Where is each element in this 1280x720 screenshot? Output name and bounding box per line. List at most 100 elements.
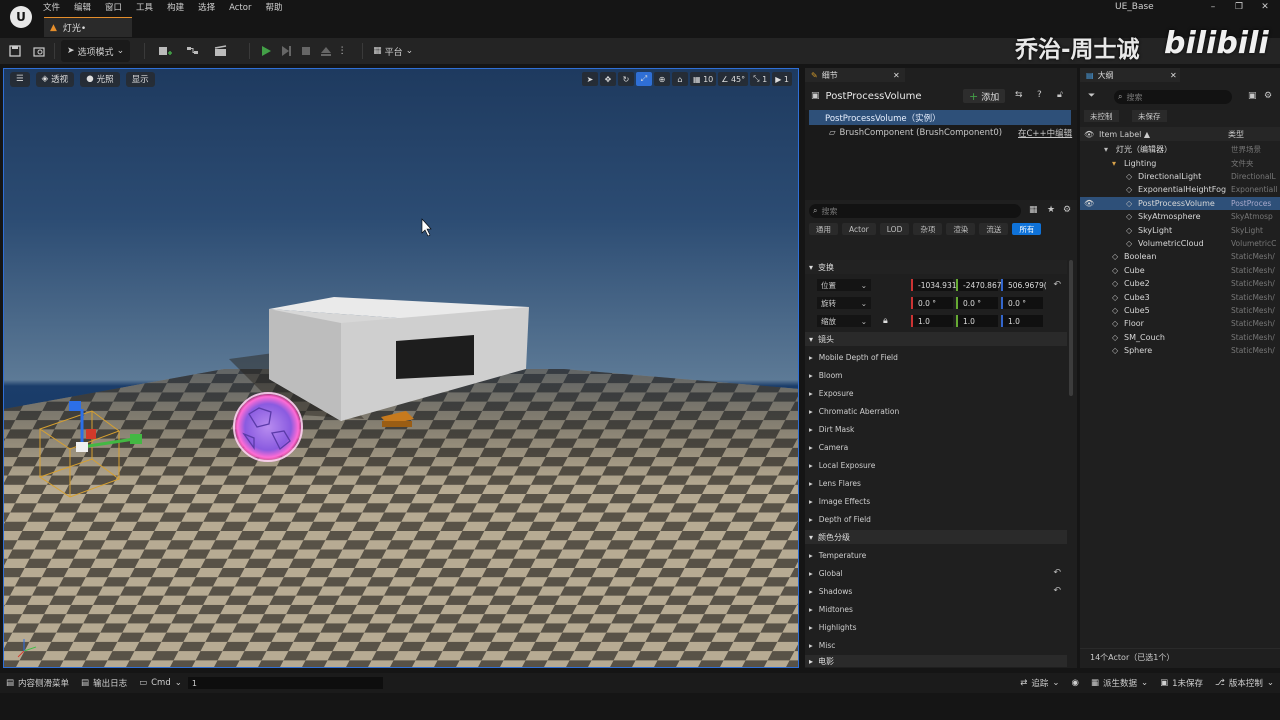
- section-transform[interactable]: ▾ 变换: [805, 260, 1067, 274]
- outliner-row[interactable]: ◇ Cube3 StaticMesh/: [1080, 290, 1280, 303]
- surface-snap-icon[interactable]: ⌂: [671, 72, 688, 86]
- outliner-row[interactable]: ◇ SM_Couch StaticMesh/: [1080, 331, 1280, 344]
- filter-misc[interactable]: 杂项: [913, 223, 943, 235]
- scale-dropdown[interactable]: 缩放 ⌄: [817, 315, 871, 327]
- unsaved-control-filter[interactable]: 未控制: [1084, 110, 1119, 122]
- location-y-field[interactable]: -2470.867: [956, 279, 1002, 291]
- outliner-row[interactable]: ▾ 灯光（编辑器） 世界场景: [1080, 143, 1280, 156]
- blueprint-convert-icon[interactable]: ⇆: [1015, 90, 1023, 100]
- source-control-button[interactable]: ⎇ 版本控制 ⌄: [1209, 673, 1280, 693]
- outliner-row[interactable]: ◇ PostProcessVolume PostProces 👁︎: [1080, 196, 1280, 210]
- lens-item[interactable]: ▸ Chromatic Aberration: [805, 402, 1067, 420]
- scale-z-field[interactable]: 1.0: [1001, 315, 1043, 327]
- rotation-z-field[interactable]: 0.0 °: [1001, 297, 1043, 309]
- viewport-menu-button[interactable]: ☰: [10, 71, 30, 87]
- color-grading-item[interactable]: ▸ Midtones: [805, 600, 1067, 618]
- lock-icon[interactable]: 🔓︎: [1057, 90, 1063, 100]
- filter-streaming[interactable]: 流送: [979, 223, 1009, 235]
- translate-tool-icon[interactable]: ✥: [599, 72, 616, 86]
- column-type[interactable]: 类型: [1228, 129, 1244, 140]
- scale-tool-icon[interactable]: ⤢: [635, 72, 652, 86]
- level-viewport[interactable]: ☰ ◈ 透视 ● 光照 显示 ➤ ✥ ↻ ⤢ ⊕ ⌂ ▦ 10 ∠ 45° ⤡ …: [3, 68, 799, 668]
- outliner-row[interactable]: ◇ ExponentialHeightFog Exponentiall: [1080, 183, 1280, 196]
- scale-x-field[interactable]: 1.0: [911, 315, 953, 327]
- location-z-field[interactable]: 506.9679(: [1001, 279, 1047, 291]
- section-lens[interactable]: ▾ 镜头: [805, 332, 1067, 346]
- perspective-button[interactable]: ◈ 透视: [35, 71, 75, 87]
- lens-item[interactable]: ▸ Camera: [805, 438, 1067, 456]
- favorite-star-icon[interactable]: ★: [1047, 205, 1055, 215]
- details-tab[interactable]: ✎ 细节 ✕: [805, 68, 905, 82]
- world-space-icon[interactable]: ⊕: [653, 72, 670, 86]
- menu-help[interactable]: 帮助: [258, 2, 289, 14]
- location-dropdown[interactable]: 位置 ⌄: [817, 279, 871, 291]
- outliner-row[interactable]: ◇ SkyLight SkyLight: [1080, 223, 1280, 236]
- rotation-x-field[interactable]: 0.0 °: [911, 297, 953, 309]
- play-options-icon[interactable]: ⋮: [336, 40, 348, 62]
- reset-arrow-icon[interactable]: ↶: [1053, 586, 1061, 596]
- select-tool-icon[interactable]: ➤: [581, 72, 598, 86]
- minimize-icon[interactable]: –: [1200, 0, 1226, 14]
- level-tab[interactable]: ▲ 灯光•: [44, 17, 132, 37]
- section-color-grading[interactable]: ▾ 颜色分级: [805, 530, 1067, 544]
- menu-actor[interactable]: Actor: [222, 2, 258, 14]
- menu-window[interactable]: 窗口: [98, 2, 129, 14]
- unsaved-button[interactable]: ▣ 1未保存: [1154, 673, 1209, 693]
- rotate-tool-icon[interactable]: ↻: [617, 72, 634, 86]
- eject-icon[interactable]: [316, 40, 336, 62]
- color-grading-item[interactable]: ▸ Highlights: [805, 618, 1067, 636]
- lens-item[interactable]: ▸ Dirt Mask: [805, 420, 1067, 438]
- location-x-field[interactable]: -1034.931: [911, 279, 957, 291]
- outliner-row[interactable]: ◇ Cube5 StaticMesh/: [1080, 304, 1280, 317]
- lens-item[interactable]: ▸ Mobile Depth of Field: [805, 348, 1067, 366]
- reset-arrow-icon[interactable]: ↶: [1053, 568, 1061, 578]
- outliner-row[interactable]: ◇ Cube StaticMesh/: [1080, 264, 1280, 277]
- filter-rendering[interactable]: 渲染: [946, 223, 976, 235]
- menu-select[interactable]: 选择: [191, 2, 222, 14]
- unreal-logo-icon[interactable]: U: [10, 6, 32, 28]
- cinematics-icon[interactable]: [207, 40, 235, 62]
- close-tab-icon[interactable]: ✕: [1170, 71, 1177, 80]
- help-icon[interactable]: ?: [1037, 90, 1042, 100]
- color-grading-item[interactable]: ▸ Misc: [805, 636, 1067, 654]
- add-folder-icon[interactable]: ▣: [1248, 91, 1257, 101]
- outliner-row[interactable]: ◇ Cube2 StaticMesh/: [1080, 277, 1280, 290]
- platforms-button[interactable]: ▦ 平台 ⌄: [369, 40, 417, 62]
- outliner-tab[interactable]: ▤ 大纲 ✕: [1080, 68, 1180, 82]
- console-input[interactable]: 1: [187, 677, 383, 689]
- lens-item[interactable]: ▸ Lens Flares: [805, 474, 1067, 492]
- maximize-icon[interactable]: ❐: [1226, 0, 1252, 14]
- outliner-row[interactable]: ◇ VolumetricCloud VolumetricC: [1080, 237, 1280, 250]
- outliner-row[interactable]: ◇ DirectionalLight DirectionalL: [1080, 170, 1280, 183]
- play-icon[interactable]: [256, 40, 276, 62]
- content-drawer-button[interactable]: ▤ 内容侧滑菜单: [0, 673, 75, 693]
- show-button[interactable]: 显示: [125, 71, 155, 87]
- output-log-button[interactable]: ▤ 输出日志: [75, 673, 133, 693]
- color-grading-item[interactable]: ▸ Shadows ↶: [805, 582, 1067, 600]
- filter-actor[interactable]: Actor: [842, 223, 876, 235]
- component-row-root[interactable]: PostProcessVolume（实例）: [809, 110, 1071, 125]
- edit-in-cpp-link[interactable]: 在C++中编辑: [1018, 127, 1072, 139]
- step-icon[interactable]: [276, 40, 296, 62]
- filter-lod[interactable]: LOD: [879, 223, 910, 235]
- rotation-y-field[interactable]: 0.0 °: [956, 297, 998, 309]
- derived-data-button[interactable]: ▦ 派生数据 ⌄: [1085, 673, 1154, 693]
- details-search-input[interactable]: ⌕ 搜索: [809, 204, 1021, 218]
- component-row-brush[interactable]: ▱ BrushComponent (BrushComponent0) 在C++中…: [805, 125, 1077, 140]
- column-item-label[interactable]: Item Label ▲: [1099, 130, 1150, 139]
- filter-common[interactable]: 通用: [809, 223, 838, 235]
- blueprint-icon[interactable]: [179, 40, 207, 62]
- lens-item[interactable]: ▸ Exposure: [805, 384, 1067, 402]
- reset-arrow-icon[interactable]: ↶: [1053, 280, 1061, 290]
- rotation-dropdown[interactable]: 旋转 ⌄: [817, 297, 871, 309]
- settings-gear-icon[interactable]: ⚙: [1063, 205, 1071, 215]
- menu-file[interactable]: 文件: [36, 2, 67, 14]
- close-tab-icon[interactable]: ✕: [893, 71, 900, 80]
- color-grading-item[interactable]: ▸ Global ↶: [805, 564, 1067, 582]
- add-component-button[interactable]: + 添加: [963, 89, 1006, 103]
- record-icon[interactable]: ◉: [1066, 673, 1085, 693]
- outliner-search-input[interactable]: ⌕ 搜索: [1114, 90, 1232, 104]
- settings-gear-icon[interactable]: ⚙: [1264, 91, 1272, 101]
- table-view-icon[interactable]: ▦: [1029, 205, 1038, 215]
- scale-y-field[interactable]: 1.0: [956, 315, 998, 327]
